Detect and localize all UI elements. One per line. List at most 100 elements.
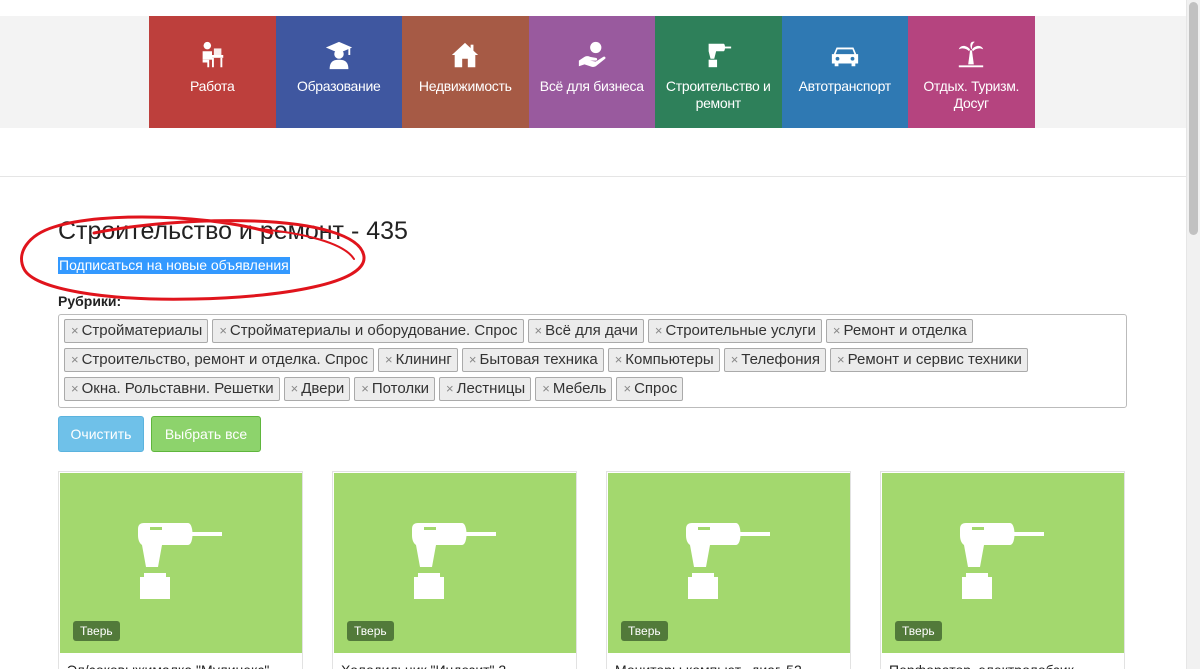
remove-tag-icon[interactable]: × [71, 378, 79, 400]
rubric-tag-label: Стройматериалы и оборудование. Спрос [229, 322, 518, 339]
rubric-tag: × Мебель [535, 377, 613, 401]
rubric-tag-label: Бытовая техника [479, 351, 598, 368]
rubric-tag: × Стройматериалы [64, 319, 209, 343]
category-label: Строительство и ремонт [665, 78, 771, 111]
rubric-tag: × Строительство, ремонт и отделка. Спрос [64, 348, 374, 372]
remove-tag-icon[interactable]: × [655, 320, 663, 342]
category-obrazovanie[interactable]: Образование [275, 16, 402, 128]
rubric-tag: × Всё для дачи [527, 319, 644, 343]
rubric-tag-label: Клининг [395, 351, 452, 368]
rubric-tag: × Окна. Рольставни. Решетки [64, 377, 280, 401]
remove-tag-icon[interactable]: × [615, 349, 623, 371]
rubrics-label: Рубрики: [58, 293, 122, 309]
rubric-tag-label: Спрос [634, 380, 678, 397]
category-label: Автотранспорт [798, 78, 892, 94]
graduate-icon [322, 38, 356, 72]
remove-tag-icon[interactable]: × [446, 378, 454, 400]
remove-tag-icon[interactable]: × [542, 378, 550, 400]
listing-card[interactable]: Тверь Холодильник "Индезит" 2 [332, 471, 577, 669]
rubric-tag-label: Телефония [741, 351, 821, 368]
category-stroitelstvo[interactable]: Строительство и ремонт [655, 16, 782, 128]
rubric-tag: × Спрос [616, 377, 684, 401]
listing-title[interactable]: Эл/соковыжималка "Мулинекс" [67, 662, 297, 669]
page-title: Строительство и ремонт - 435 [58, 217, 408, 245]
remove-tag-icon[interactable]: × [623, 378, 631, 400]
remove-tag-icon[interactable]: × [385, 349, 393, 371]
remove-tag-icon[interactable]: × [71, 349, 79, 371]
drill-icon [686, 523, 770, 599]
rubric-tag-label: Строительные услуги [665, 322, 816, 339]
city-badge: Тверь [347, 621, 394, 641]
car-icon [828, 38, 862, 72]
top-strip [0, 0, 1186, 16]
rubric-tag-label: Ремонт и сервис техники [847, 351, 1022, 368]
house-icon [448, 38, 482, 72]
rubric-tag-label: Компьютеры [625, 351, 714, 368]
listing-title[interactable]: Перфоратор, электролобзик [889, 662, 1119, 669]
category-avtotransport[interactable]: Автотранспорт [781, 16, 908, 128]
listing-title[interactable]: Холодильник "Индезит" 2 [341, 662, 571, 669]
drill-icon [960, 523, 1044, 599]
category-label: Образование [297, 78, 381, 94]
remove-tag-icon[interactable]: × [291, 378, 299, 400]
rubric-tag: × Стройматериалы и оборудование. Спрос [212, 319, 524, 343]
page: Работа Образование Недвижимость Всё для … [0, 0, 1200, 669]
rubric-tag: × Ремонт и сервис техники [830, 348, 1028, 372]
listing-cards: Тверь Эл/соковыжималка "Мулинекс" Тверь Хол… [58, 471, 1154, 669]
rubric-tag-label: Стройматериалы [81, 322, 203, 339]
rubric-tag: × Строительные услуги [647, 319, 822, 343]
listing-card[interactable]: Тверь Перфоратор, электролобзик [880, 471, 1125, 669]
category-nedvizhimost[interactable]: Недвижимость [402, 16, 529, 128]
rubric-tag: × Клининг [377, 348, 458, 372]
remove-tag-icon[interactable]: × [71, 320, 79, 342]
remove-tag-icon[interactable]: × [833, 320, 841, 342]
rubric-tag-label: Лестницы [456, 380, 526, 397]
category-otdyh[interactable]: Отдых. Туризм. Досуг [908, 16, 1035, 128]
subscribe-link[interactable]: Подписаться на новые объявления [58, 257, 290, 274]
vertical-scrollbar[interactable] [1186, 0, 1200, 669]
drill-icon [412, 523, 496, 599]
rubric-tag: × Компьютеры [607, 348, 720, 372]
city-badge: Тверь [895, 621, 942, 641]
remove-tag-icon[interactable]: × [361, 378, 369, 400]
remove-tag-icon[interactable]: × [535, 320, 543, 342]
section-divider [0, 176, 1186, 177]
category-label: Недвижимость [418, 78, 512, 94]
category-nav: Работа Образование Недвижимость Всё для … [149, 16, 1035, 128]
rubric-tag: × Телефония [723, 348, 827, 372]
remove-tag-icon[interactable]: × [469, 349, 477, 371]
category-label: Отдых. Туризм. Досуг [923, 78, 1020, 111]
select-all-button[interactable]: Выбрать все [151, 416, 261, 452]
remove-tag-icon[interactable]: × [731, 349, 739, 371]
palm-icon [954, 38, 988, 72]
clear-button[interactable]: Очистить [58, 416, 144, 452]
rubric-tag-label: Строительство, ремонт и отделка. Спрос [81, 351, 368, 368]
remove-tag-icon[interactable]: × [219, 320, 227, 342]
rubric-tag-label: Двери [301, 380, 345, 397]
rubric-tag-label: Ремонт и отделка [843, 322, 967, 339]
remove-tag-icon[interactable]: × [837, 349, 845, 371]
scrollbar-thumb[interactable] [1189, 2, 1198, 235]
rubric-tag-label: Потолки [371, 380, 430, 397]
drill-icon [701, 38, 735, 72]
category-label: Всё для бизнеса [539, 78, 644, 94]
rubric-tag: × Ремонт и отделка [825, 319, 973, 343]
rubric-tag-label: Мебель [552, 380, 607, 397]
hand-money-icon [575, 38, 609, 72]
drill-icon [138, 523, 222, 599]
rubric-tag-label: Окна. Рольставни. Решетки [81, 380, 274, 397]
rubric-tag-label: Всё для дачи [545, 322, 638, 339]
city-badge: Тверь [621, 621, 668, 641]
rubric-tag: × Лестницы [439, 377, 532, 401]
category-rabota[interactable]: Работа [149, 16, 276, 128]
rubric-tag: × Двери [283, 377, 351, 401]
listing-title[interactable]: Мониторы компьют., диаг. 52 [615, 662, 845, 669]
listing-card[interactable]: Тверь Мониторы компьют., диаг. 52 [606, 471, 851, 669]
city-badge: Тверь [73, 621, 120, 641]
category-label: Работа [190, 78, 235, 94]
category-vse-dlya-biznesa[interactable]: Всё для бизнеса [528, 16, 655, 128]
worker-desk-icon [195, 38, 229, 72]
rubric-tag: × Бытовая техника [461, 348, 604, 372]
listing-card[interactable]: Тверь Эл/соковыжималка "Мулинекс" [58, 471, 303, 669]
rubrics-multiselect[interactable]: × Стройматериалы × Стройматериалы и оборудо… [58, 314, 1127, 408]
